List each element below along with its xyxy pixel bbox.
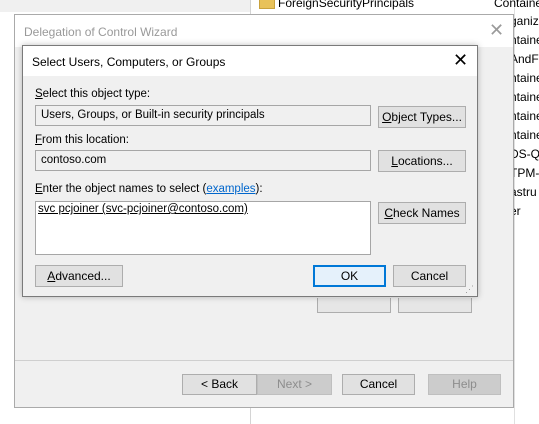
folder-icon <box>259 0 275 9</box>
locations-button-key: L <box>391 154 398 168</box>
background-list-item[interactable]: ganiza <box>510 14 539 28</box>
wizard-separator <box>15 360 513 361</box>
background-list-item[interactable]: er <box>510 204 539 218</box>
object-type-field: Users, Groups, or Built-in security prin… <box>35 105 371 126</box>
close-icon[interactable]: ✕ <box>453 50 468 70</box>
object-type-label-text: elect this object type: <box>42 88 151 100</box>
location-label-text: rom this location: <box>42 134 129 146</box>
check-names-button-text: heck Names <box>392 206 460 220</box>
background-folder-name[interactable]: ForeignSecurityPrincipals <box>278 0 414 10</box>
background-list-item[interactable]: AndF <box>510 52 539 66</box>
help-button[interactable]: Help <box>428 374 501 395</box>
dialog-titlebar: Select Users, Computers, or Groups ✕ <box>23 46 477 76</box>
check-names-button-key: C <box>384 206 393 220</box>
background-toolbar-area <box>0 0 250 12</box>
object-types-button-text: bject Types... <box>391 110 462 124</box>
dialog-title: Select Users, Computers, or Groups <box>32 55 226 69</box>
advanced-button-text: dvanced... <box>55 269 111 283</box>
locations-button-text: ocations... <box>397 154 453 168</box>
back-button[interactable]: < Back <box>182 374 257 395</box>
wizard-hidden-button <box>398 298 472 313</box>
background-type-cell: Containe <box>494 0 539 10</box>
wizard-title: Delegation of Control Wizard <box>24 25 178 39</box>
background-list-item[interactable]: DS-Q <box>510 147 539 161</box>
object-names-label: Enter the object names to select (exampl… <box>35 183 263 195</box>
wizard-hidden-button <box>317 298 391 313</box>
location-label: From this location: <box>35 134 129 146</box>
locations-button[interactable]: Locations... <box>378 150 466 172</box>
location-label-key: F <box>35 134 43 146</box>
close-icon[interactable]: ✕ <box>489 20 504 40</box>
background-list-item[interactable]: ntaine <box>510 109 539 123</box>
wizard-titlebar: Delegation of Control Wizard ✕ <box>15 15 513 47</box>
background-list-item[interactable]: astru <box>510 185 539 199</box>
object-names-label-end: ): <box>255 183 263 195</box>
object-name-entry[interactable]: svc pcjoiner (svc-pcjoiner@contoso.com) <box>38 203 248 215</box>
background-list-item[interactable]: ntaine <box>510 33 539 47</box>
background-list-item[interactable]: ntaine <box>510 128 539 142</box>
resize-grip-icon[interactable]: ⋰ <box>465 284 474 295</box>
object-names-label-text: nter the object names to select ( <box>42 183 207 195</box>
object-type-label-key: S <box>35 88 43 100</box>
location-field: contoso.com <box>35 150 371 171</box>
object-type-label: Select this object type: <box>35 88 150 100</box>
wizard-cancel-button[interactable]: Cancel <box>342 374 415 395</box>
dialog-cancel-button[interactable]: Cancel <box>393 265 466 287</box>
advanced-button[interactable]: Advanced... <box>35 265 123 287</box>
object-names-input[interactable]: svc pcjoiner (svc-pcjoiner@contoso.com) <box>35 201 371 255</box>
next-button[interactable]: Next > <box>257 374 332 395</box>
background-list-item[interactable]: TPM- <box>510 166 539 180</box>
examples-link[interactable]: examples <box>206 183 255 195</box>
object-types-button[interactable]: Object Types... <box>378 106 466 128</box>
select-users-dialog: Select Users, Computers, or Groups ✕ Sel… <box>22 45 478 297</box>
background-list-item[interactable]: ntaine <box>510 90 539 104</box>
check-names-button[interactable]: Check Names <box>378 202 466 224</box>
background-list-item[interactable]: ntaine <box>510 71 539 85</box>
object-names-label-key: E <box>35 183 43 195</box>
ok-button[interactable]: OK <box>313 265 386 287</box>
